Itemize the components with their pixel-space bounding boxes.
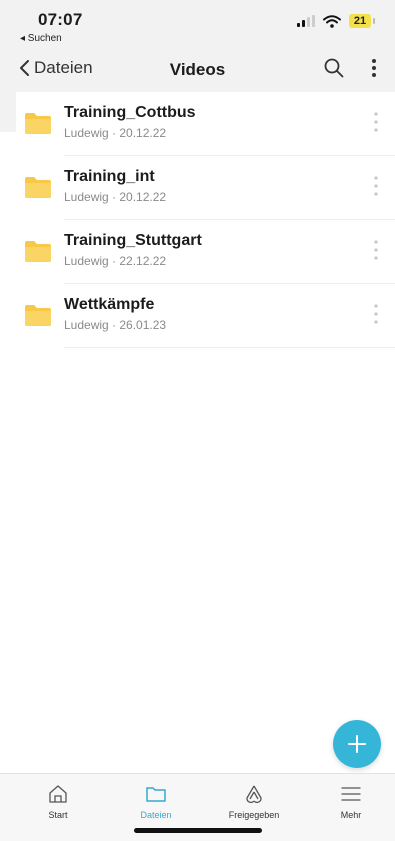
folder-meta: Ludewig · 20.12.22 — [64, 190, 167, 204]
folder-icon — [25, 305, 51, 326]
plus-icon — [348, 735, 366, 753]
more-vertical-icon[interactable] — [373, 302, 379, 326]
more-options-button[interactable] — [371, 57, 377, 84]
search-icon — [324, 58, 344, 78]
more-vertical-icon[interactable] — [373, 174, 379, 198]
battery-indicator: 21 — [349, 14, 375, 28]
home-indicator — [134, 828, 262, 833]
signal-icon — [297, 15, 315, 27]
tab-freigegeben[interactable]: Freigegeben — [214, 782, 294, 820]
folder-name: Wettkämpfe — [64, 296, 155, 313]
folder-meta: Ludewig · 22.12.22 — [64, 254, 167, 268]
folder-name: Training_Stuttgart — [64, 232, 202, 249]
folder-row[interactable]: Training_Stuttgart Ludewig · 22.12.22 — [0, 220, 395, 284]
status-bar: 07:07 ◂ Suchen 21 — [0, 0, 395, 48]
folder-name: Training_int — [64, 168, 155, 185]
shared-icon — [246, 785, 262, 803]
more-vertical-icon[interactable] — [373, 238, 379, 262]
search-button[interactable] — [323, 57, 345, 84]
tab-dateien[interactable]: Dateien — [116, 782, 196, 820]
tab-mehr[interactable]: Mehr — [311, 782, 391, 820]
back-button[interactable]: Dateien — [18, 58, 93, 78]
tab-freigegeben-label: Freigegeben — [228, 810, 280, 820]
tab-dateien-label: Dateien — [140, 810, 172, 820]
more-vertical-icon[interactable] — [373, 110, 379, 134]
folder-icon — [146, 787, 166, 802]
tab-mehr-label: Mehr — [340, 810, 362, 820]
folder-meta: Ludewig · 26.01.23 — [64, 318, 167, 332]
navigation-bar: Dateien Videos — [0, 48, 395, 92]
folder-meta: Ludewig · 20.12.22 — [64, 126, 167, 140]
tab-start[interactable]: Start — [18, 782, 98, 820]
folder-name: Training_Cottbus — [64, 104, 196, 121]
folder-row[interactable]: Wettkämpfe Ludewig · 26.01.23 — [0, 284, 395, 348]
folder-row[interactable]: Training_Cottbus Ludewig · 20.12.22 — [0, 92, 395, 156]
folder-list: Training_Cottbus Ludewig · 20.12.22 Traini… — [0, 92, 395, 348]
home-icon — [49, 785, 67, 803]
menu-icon — [341, 787, 361, 801]
chevron-left-icon — [20, 60, 29, 76]
folder-icon — [25, 177, 51, 198]
folder-icon — [25, 113, 51, 134]
back-to-app-link[interactable]: ◂ Suchen — [20, 33, 62, 44]
folder-row[interactable]: Training_int Ludewig · 20.12.22 — [0, 156, 395, 220]
tab-start-label: Start — [48, 810, 68, 820]
status-time: 07:07 — [38, 10, 83, 29]
back-button-label: Dateien — [34, 58, 93, 77]
status-icons: 21 — [297, 14, 375, 28]
wifi-icon — [323, 14, 341, 28]
folder-icon — [25, 241, 51, 262]
add-button[interactable] — [333, 720, 381, 768]
more-vertical-icon — [372, 59, 376, 77]
row-divider — [64, 347, 395, 348]
